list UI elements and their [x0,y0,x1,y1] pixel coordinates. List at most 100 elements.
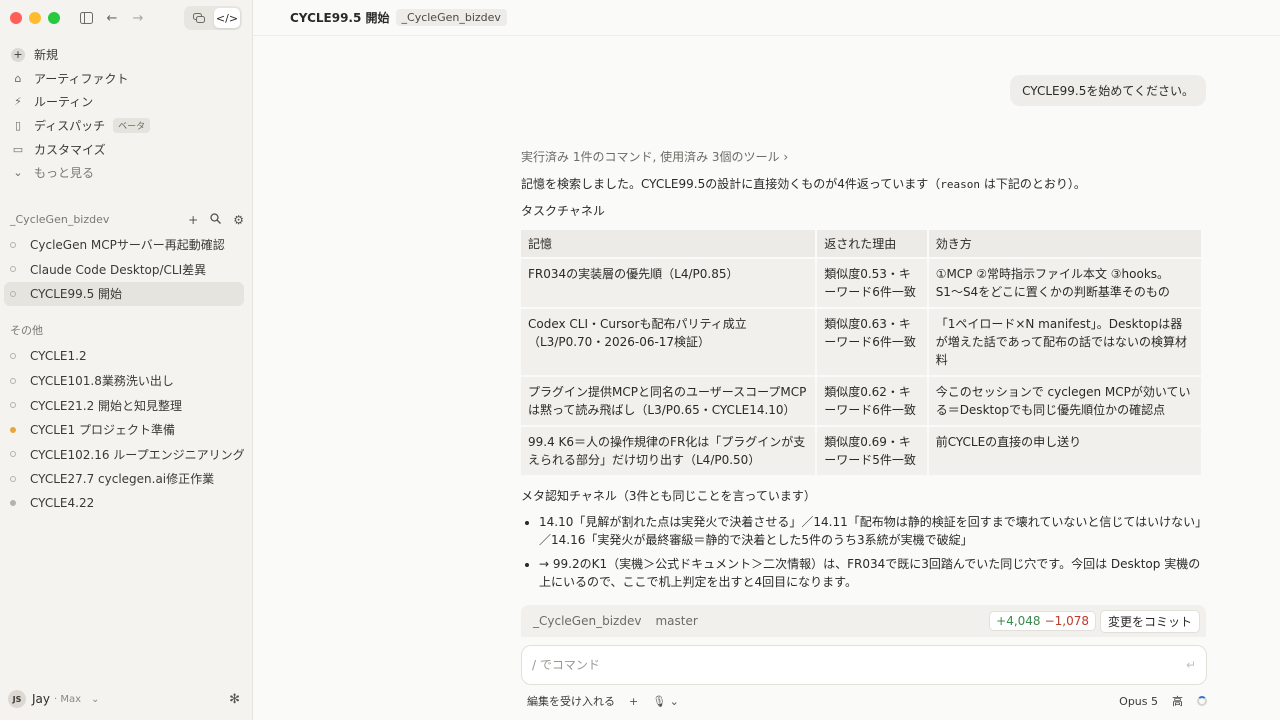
filter-icon[interactable]: ⚙ [233,213,244,227]
session-item[interactable]: CYCLE27.7 cyclegen.ai修正作業 [4,467,244,492]
column-header: 返された理由 [817,230,927,257]
plus-icon: + [10,47,26,62]
session-label: CYCLE1.2 [30,349,87,364]
session-item[interactable]: Claude Code Desktop/CLI差異 [4,257,244,282]
composer: ↵ [521,645,1207,685]
nav-label: ルーティン [34,95,94,110]
nav-label: アーティファクト [34,71,129,86]
session-title[interactable]: CYCLE99.5 開始 [290,9,390,26]
table-cell: 類似度0.69・キーワード5件一致 [817,427,927,475]
loading-spinner-icon [1197,696,1207,706]
sidebar-nav: + 新規 ⌂ アーティファクト ⚡ ルーティン ▯ ディスパッチ ベータ ▭ カ… [0,36,252,185]
diff-stats[interactable]: +4,048 −1,078 [989,611,1096,631]
table-row: Codex CLI・Cursorも配布パリティ成立（L3/P0.70・2026-… [521,309,1201,375]
nav-dispatch[interactable]: ▯ ディスパッチ ベータ [6,114,246,138]
nav-customize[interactable]: ▭ カスタマイズ [6,137,246,161]
intro-paragraph: 記憶を検索しました。CYCLE99.5の設計に直接効くものが4件返っています（r… [521,175,1206,194]
status-dot [10,241,16,248]
app-window: ← → </> + 新規 ⌂ アーティファクト ⚡ ルーティン ▯ ディスパッチ… [0,0,1280,720]
column-header: 効き方 [928,230,1201,257]
table-cell: 類似度0.53・キーワード6件一致 [817,259,927,307]
commit-button[interactable]: 変更をコミット [1099,609,1200,633]
user-name[interactable]: Jay [32,692,50,706]
tool-usage-text: 実行済み 1件のコマンド, 使用済み 3個のツール [521,150,780,164]
intro-after: は下記のとおり）。 [980,177,1086,191]
session-item-active[interactable]: CYCLE99.5 開始 [4,281,244,307]
composer-toolbar: 編集を受け入れる + 🎙 ⌄ Opus 5 高 [527,693,1207,709]
tool-usage-summary[interactable]: 実行済み 1件のコマンド, 使用済み 3個のツール › [521,148,1206,165]
session-label: CYCLE102.16 ループエンジニアリングと [30,447,244,462]
session-label: CYCLE99.5 開始 [30,287,123,302]
project-session-list: CycleGen MCPサーバー再起動確認 Claude Code Deskto… [0,233,252,307]
inline-code: reason [940,178,980,191]
repo-status-bar: _CycleGen_bizdev master +4,048 −1,078 変更を… [521,605,1206,637]
assistant-message: 実行済み 1件のコマンド, 使用済み 3個のツール › 記憶を検索しました。CY… [521,148,1206,597]
table-cell: 「1ペイロード×N manifest」。Desktopは器が増えた話であって配布… [928,309,1201,375]
session-label: CYCLE27.7 cyclegen.ai修正作業 [30,472,215,487]
table-row: 99.4 K6＝人の操作規律のFR化は「プラグインが支えられる部分」だけ切り出す… [521,427,1201,475]
microphone-icon[interactable]: 🎙 ⌄ [652,695,679,708]
nav-artifacts[interactable]: ⌂ アーティファクト [6,67,246,91]
nav-label: 新規 [34,48,59,63]
effort-selector[interactable]: 高 [1172,693,1183,709]
send-icon[interactable]: ↵ [1186,658,1196,672]
session-item[interactable]: CYCLE1.2 [4,344,244,369]
sidebar-toggle-icon[interactable] [78,10,94,26]
session-item[interactable]: CYCLE101.8業務洗い出し [4,369,244,394]
chat-mode-icon[interactable] [186,8,212,28]
maximize-window-button[interactable] [48,12,60,24]
window-controls [10,12,60,24]
session-item[interactable]: CYCLE1 プロジェクト準備 [4,418,244,443]
code-mode-icon[interactable]: </> [214,8,240,28]
routine-icon: ⚡ [14,95,22,109]
accept-edits-toggle[interactable]: 編集を受け入れる [527,693,615,709]
nav-routines[interactable]: ⚡ ルーティン [6,90,246,114]
forward-arrow-icon[interactable]: → [130,10,146,26]
session-item[interactable]: CycleGen MCPサーバー再起動確認 [4,233,244,258]
chevron-down-icon: ⌄ [13,166,23,180]
table-cell: 今このセッションで cyclegen MCPが効いている＝Desktopでも同じ… [928,377,1201,425]
table-cell: 類似度0.63・キーワード6件一致 [817,309,927,375]
status-dot [10,266,16,273]
nav-label: ディスパッチ [34,119,106,134]
table-cell: 前CYCLEの直接の申し送り [928,427,1201,475]
status-dot [10,290,16,297]
table-cell: FR034の実装層の優先順（L4/P0.85） [521,259,816,307]
column-header: 記憶 [521,230,816,257]
nav-more[interactable]: ⌄ もっと見る [6,161,246,185]
session-label: CYCLE4.22 [30,496,95,511]
minimize-window-button[interactable] [29,12,41,24]
avatar[interactable]: JS [8,690,26,708]
status-dot [10,475,16,482]
session-label: CycleGen MCPサーバー再起動確認 [30,238,225,253]
mode-switch: </> [184,6,242,30]
session-header: CYCLE99.5 開始 _CycleGen_bizdev [253,0,1280,36]
session-item[interactable]: CYCLE21.2 開始と知見整理 [4,393,244,418]
session-item[interactable]: CYCLE102.16 ループエンジニアリングと [4,442,244,467]
close-window-button[interactable] [10,12,22,24]
bug-icon[interactable]: ✻ [229,692,240,707]
task-channel-heading: タスクチャネル [521,204,605,218]
back-arrow-icon[interactable]: ← [104,10,120,26]
chevron-right-icon: › [783,150,789,164]
search-icon[interactable] [210,212,222,227]
add-attachment-icon[interactable]: + [629,695,638,708]
nav-new[interactable]: + 新規 [6,43,246,67]
add-session-icon[interactable]: + [188,213,198,227]
table-cell: 99.4 K6＝人の操作規律のFR化は「プラグインが支えられる部分」だけ切り出す… [521,427,816,475]
project-tag[interactable]: _CycleGen_bizdev [395,9,507,26]
model-selector[interactable]: Opus 5 [1119,695,1158,708]
status-dot [10,402,16,409]
list-item: → 99.2のK1（実機＞公式ドキュメント＞二次情報）は、FR034で既に3回踏… [539,555,1206,591]
table-header-row: 記憶 返された理由 効き方 [521,230,1201,257]
repo-name: _CycleGen_bizdev [533,614,642,628]
prompt-input[interactable] [532,658,1186,672]
chevron-down-icon[interactable]: ⌄ [91,694,99,705]
meta-bullet-list: 14.10「見解が割れた点は実発火で決着させる」／14.11「配布物は静的検証を… [539,513,1206,591]
model-controls: Opus 5 高 [1119,693,1207,709]
session-item[interactable]: CYCLE4.22 [4,491,244,516]
branch-name[interactable]: master [655,614,697,628]
dispatch-icon: ▯ [14,119,22,133]
status-dot [10,353,16,360]
status-dot [10,377,16,384]
